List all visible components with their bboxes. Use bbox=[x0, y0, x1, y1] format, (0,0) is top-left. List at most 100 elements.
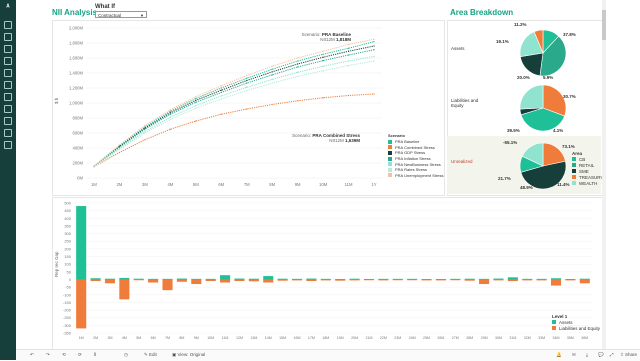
bar-liabilities-and-equity[interactable] bbox=[220, 279, 231, 283]
bar-liabilities-and-equity[interactable] bbox=[306, 279, 317, 281]
bar-assets[interactable] bbox=[378, 278, 389, 280]
undo-icon[interactable]: ↶ bbox=[30, 352, 34, 358]
bar-liabilities-and-equity[interactable] bbox=[522, 279, 533, 281]
bar-liabilities-and-equity[interactable] bbox=[450, 279, 461, 281]
favorites-icon[interactable] bbox=[4, 93, 12, 101]
comments-icon[interactable]: 💬 bbox=[598, 352, 604, 358]
pie-slice[interactable] bbox=[519, 84, 544, 110]
bar-liabilities-and-equity[interactable] bbox=[76, 279, 87, 329]
bar-liabilities-and-equity[interactable] bbox=[191, 279, 202, 285]
bar-liabilities-and-equity[interactable] bbox=[392, 279, 403, 281]
bar-assets[interactable] bbox=[335, 279, 346, 280]
bar-liabilities-and-equity[interactable] bbox=[176, 279, 187, 282]
home-icon[interactable] bbox=[4, 21, 12, 29]
bar-assets[interactable] bbox=[291, 278, 303, 280]
bar-liabilities-and-equity[interactable] bbox=[119, 279, 130, 300]
bar-liabilities-and-equity[interactable] bbox=[363, 279, 375, 281]
shared-icon[interactable] bbox=[4, 129, 12, 137]
bar-assets[interactable] bbox=[392, 278, 403, 280]
bar-liabilities-and-equity[interactable] bbox=[507, 279, 518, 281]
datasource-icon[interactable] bbox=[4, 69, 12, 77]
bar-assets[interactable] bbox=[248, 278, 259, 280]
bar-assets[interactable] bbox=[90, 278, 101, 280]
bar-liabilities-and-equity[interactable] bbox=[320, 279, 331, 281]
download-icon[interactable]: ⤓ bbox=[586, 352, 588, 357]
redo-icon[interactable]: ↷ bbox=[46, 352, 50, 358]
bar-liabilities-and-equity[interactable] bbox=[407, 279, 418, 281]
bar-liabilities-and-equity[interactable] bbox=[378, 279, 389, 281]
subscribe-icon[interactable]: ✉ bbox=[572, 352, 576, 358]
metrics-icon[interactable] bbox=[4, 81, 12, 89]
share-button[interactable]: ⇪ Share bbox=[620, 352, 637, 358]
history-icon[interactable]: ◷ bbox=[124, 352, 128, 358]
recents-icon[interactable] bbox=[4, 117, 12, 125]
bar-liabilities-and-equity[interactable] bbox=[162, 279, 173, 291]
bar-assets[interactable] bbox=[220, 275, 231, 280]
view-original-button[interactable]: ▣ View: Original bbox=[172, 352, 205, 358]
bar-liabilities-and-equity[interactable] bbox=[148, 279, 159, 283]
bar-liabilities-and-equity[interactable] bbox=[263, 279, 274, 283]
alert-icon[interactable]: 🔔 bbox=[556, 352, 562, 358]
app-logo-icon[interactable]: ᴬ bbox=[3, 3, 13, 13]
bar-assets[interactable] bbox=[76, 206, 87, 280]
bar-liabilities-and-equity[interactable] bbox=[205, 279, 216, 281]
bar-assets[interactable] bbox=[104, 278, 116, 280]
bar-assets[interactable] bbox=[320, 278, 331, 280]
edit-button[interactable]: ✎ Edit bbox=[144, 352, 157, 358]
bar-assets[interactable] bbox=[550, 278, 562, 280]
explore-icon[interactable] bbox=[4, 33, 12, 41]
refresh-icon[interactable]: ⟳ bbox=[78, 352, 82, 358]
bar-assets[interactable] bbox=[522, 278, 533, 280]
bar-assets[interactable] bbox=[148, 278, 159, 280]
bar-assets[interactable] bbox=[363, 279, 375, 280]
bar-assets[interactable] bbox=[191, 278, 202, 280]
whatif-select[interactable]: Contractual ▼ bbox=[95, 11, 147, 18]
bar-liabilities-and-equity[interactable] bbox=[493, 279, 504, 281]
revert-icon[interactable]: ⟲ bbox=[62, 352, 66, 358]
bar-liabilities-and-equity[interactable] bbox=[435, 279, 446, 281]
fullscreen-icon[interactable]: ⤢ bbox=[610, 352, 614, 357]
bar-assets[interactable] bbox=[119, 277, 130, 280]
bar-assets[interactable] bbox=[579, 278, 590, 280]
bar-liabilities-and-equity[interactable] bbox=[234, 279, 245, 281]
bar-assets[interactable] bbox=[464, 278, 475, 280]
bar-assets[interactable] bbox=[263, 276, 274, 280]
legend-entry[interactable]: Liabilities and Equity bbox=[552, 325, 600, 331]
bar-assets[interactable] bbox=[277, 278, 288, 280]
legend-entry[interactable]: PRA Unemployment Stress bbox=[388, 173, 446, 179]
bar-assets[interactable] bbox=[536, 278, 547, 280]
bar-liabilities-and-equity[interactable] bbox=[349, 279, 360, 281]
bar-assets[interactable] bbox=[421, 279, 432, 280]
legend-entry[interactable]: PRA NewBusiness Stress bbox=[388, 161, 446, 167]
scrollbar-thumb[interactable] bbox=[602, 10, 606, 40]
bar-liabilities-and-equity[interactable] bbox=[133, 279, 144, 281]
bar-assets[interactable] bbox=[176, 278, 187, 280]
legend-entry[interactable]: WEALTH bbox=[572, 180, 603, 186]
bar-liabilities-and-equity[interactable] bbox=[464, 279, 475, 281]
bar-assets[interactable] bbox=[435, 279, 446, 280]
bar-liabilities-and-equity[interactable] bbox=[291, 279, 303, 281]
dashboard-icon[interactable] bbox=[4, 57, 12, 65]
settings-icon[interactable] bbox=[4, 141, 12, 149]
bar-liabilities-and-equity[interactable] bbox=[550, 279, 562, 286]
bar-assets[interactable] bbox=[493, 278, 504, 280]
bar-liabilities-and-equity[interactable] bbox=[579, 279, 590, 284]
bar-assets[interactable] bbox=[407, 278, 418, 280]
bar-assets[interactable] bbox=[349, 278, 360, 280]
bar-assets[interactable] bbox=[234, 278, 245, 280]
bar-liabilities-and-equity[interactable] bbox=[90, 279, 101, 281]
bar-assets[interactable] bbox=[450, 278, 461, 280]
bar-assets[interactable] bbox=[507, 277, 518, 280]
pause-icon[interactable]: Ⅱ bbox=[94, 352, 96, 358]
bar-liabilities-and-equity[interactable] bbox=[536, 279, 547, 281]
collections-icon[interactable] bbox=[4, 105, 12, 113]
vertical-scrollbar[interactable] bbox=[602, 0, 606, 349]
bar-liabilities-and-equity[interactable] bbox=[421, 279, 432, 281]
bar-liabilities-and-equity[interactable] bbox=[565, 279, 576, 281]
bar-assets[interactable] bbox=[479, 278, 490, 280]
bar-assets[interactable] bbox=[162, 278, 173, 280]
bar-assets[interactable] bbox=[565, 279, 576, 280]
bar-liabilities-and-equity[interactable] bbox=[335, 279, 346, 281]
bar-liabilities-and-equity[interactable] bbox=[104, 279, 116, 284]
bar-liabilities-and-equity[interactable] bbox=[277, 279, 288, 281]
